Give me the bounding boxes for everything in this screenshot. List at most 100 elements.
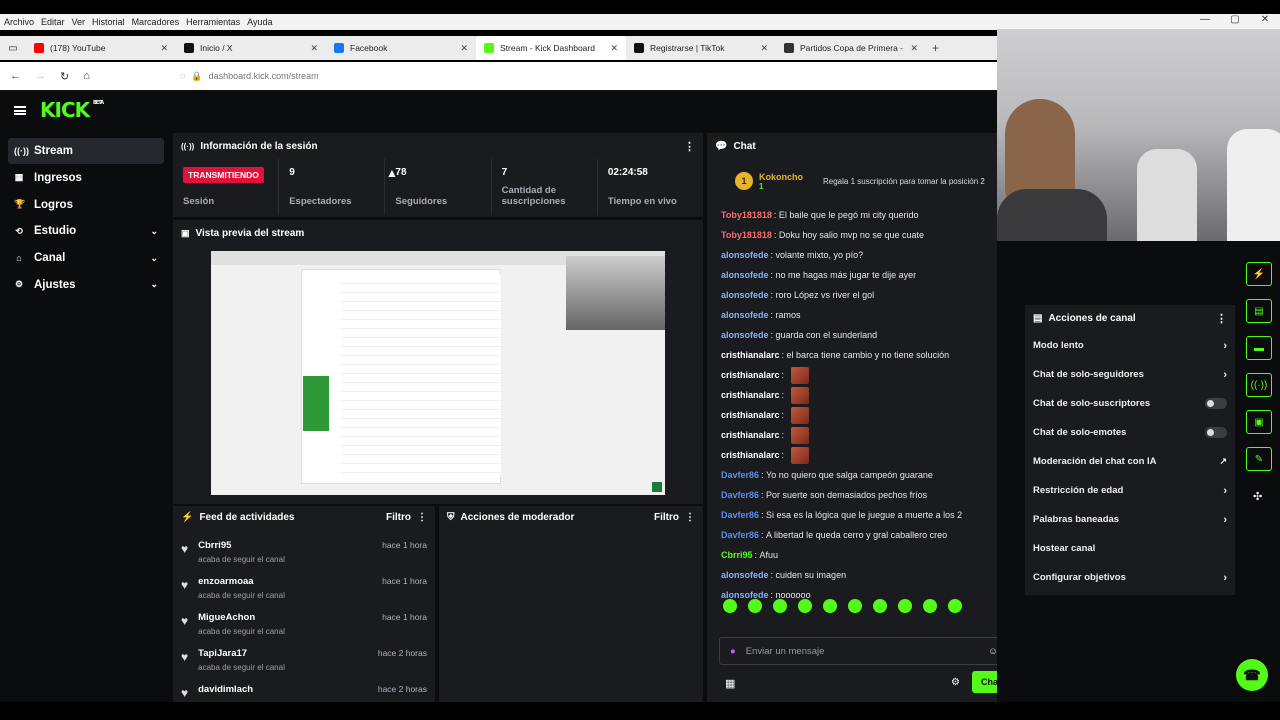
chat-username[interactable]: alonsofede [721, 590, 769, 599]
feed-user[interactable]: Cbrri95 [198, 540, 285, 551]
chevron-right-icon[interactable]: › [1223, 369, 1227, 381]
sidebar-item-logros[interactable]: 🏆 Logros [8, 192, 164, 218]
emote-image[interactable] [790, 446, 809, 464]
channel-action-item[interactable]: Chat de solo-suscriptores [1025, 389, 1235, 418]
help-icon[interactable]: ☎ [1236, 659, 1268, 691]
close-tab-icon[interactable]: ✕ [910, 43, 918, 54]
chat-username[interactable]: cristhianalarc [721, 350, 780, 360]
emote-icon[interactable] [873, 599, 887, 613]
chat-username[interactable]: alonsofede [721, 570, 769, 580]
more-icon[interactable]: ⋮ [1216, 312, 1227, 325]
chat-username[interactable]: Toby181818 [721, 210, 772, 220]
sidebar-item-ajustes[interactable]: ⚙ Ajustes ⌄ [8, 272, 164, 298]
emote-icon[interactable] [723, 599, 737, 613]
browser-tab[interactable]: Registrarse | TikTok ✕ [626, 36, 776, 60]
browser-tab[interactable]: Stream - Kick Dashboard ✕ [476, 36, 626, 60]
feed-user[interactable]: TapiJara17 [198, 648, 285, 659]
channel-action-item[interactable]: Restricción de edad › [1025, 476, 1235, 505]
browser-tab[interactable]: Facebook ✕ [326, 36, 476, 60]
sidebar-item-estudio[interactable]: ⟲ Estudio ⌄ [8, 218, 164, 244]
emote-icon[interactable] [823, 599, 837, 613]
chevron-down-icon[interactable]: ⌄ [150, 279, 158, 290]
chat-settings-icon[interactable]: ⚙ [951, 677, 960, 688]
chat-username[interactable]: Davfer86 [721, 490, 759, 500]
shield-icon[interactable]: ◌ [180, 71, 185, 81]
chat-bubble-icon[interactable]: ▬ [1246, 336, 1272, 360]
fullscreen-icon[interactable] [652, 482, 662, 492]
message-input[interactable]: ● Enviar un mensaje ☺ [719, 637, 1009, 665]
wrench-icon[interactable]: ✎ [1246, 447, 1272, 471]
mod-filter-button[interactable]: Filtro [654, 512, 679, 523]
microphone-icon[interactable]: ● [730, 646, 736, 657]
emote-icon[interactable] [948, 599, 962, 613]
menu-item[interactable]: Historial [92, 17, 125, 27]
chat-username[interactable]: Davfer86 [721, 510, 759, 520]
kick-logo[interactable]: KICK BETA [40, 98, 104, 122]
emote-icon[interactable] [898, 599, 912, 613]
feed-filter-button[interactable]: Filtro [386, 512, 411, 523]
chat-username[interactable]: Toby181818 [721, 230, 772, 240]
chat-username[interactable]: cristhianalarc [721, 390, 780, 400]
close-tab-icon[interactable]: ✕ [760, 43, 768, 54]
more-icon[interactable]: ⋮ [417, 512, 427, 523]
new-tab-button[interactable]: + [932, 41, 939, 55]
chat-username[interactable]: alonsofede [721, 270, 769, 280]
minimize-icon[interactable]: — [1190, 14, 1220, 25]
back-icon[interactable]: ← [10, 70, 21, 83]
browser-tab[interactable]: Inicio / X ✕ [176, 36, 326, 60]
chat-username[interactable]: Cbrri95 [721, 550, 753, 560]
tab-list-icon[interactable]: ▭ [0, 43, 26, 54]
address-input[interactable]: dashboard.kick.com/stream [209, 71, 319, 81]
chevron-right-icon[interactable]: › [1223, 485, 1227, 497]
pinned-gifter[interactable]: 1 Kokoncho 1 Regala 1 suscripción para to… [707, 159, 997, 203]
notes-icon[interactable]: ▤ [1246, 299, 1272, 323]
chat-username[interactable]: alonsofede [721, 330, 769, 340]
feed-user[interactable]: enzoarmoaa [198, 576, 285, 587]
close-tab-icon[interactable]: ✕ [610, 43, 618, 54]
chat-username[interactable]: cristhianalarc [721, 430, 780, 440]
channel-action-item[interactable]: Chat de solo-emotes [1025, 418, 1235, 447]
chat-username[interactable]: Davfer86 [721, 530, 759, 540]
chat-username[interactable]: Davfer86 [721, 470, 759, 480]
emote-image[interactable] [790, 426, 809, 444]
sidebar-item-ingresos[interactable]: ▦ Ingresos [8, 165, 164, 191]
forward-icon[interactable]: → [35, 70, 46, 83]
reload-icon[interactable]: ↻ [60, 70, 69, 83]
menu-item[interactable]: Archivo [4, 17, 34, 27]
close-tab-icon[interactable]: ✕ [310, 43, 318, 54]
pinned-gift-text[interactable]: Regala 1 suscripción para tomar la posic… [823, 177, 985, 186]
chevron-right-icon[interactable]: › [1223, 340, 1227, 352]
emote-image[interactable] [790, 406, 809, 424]
emote-icon[interactable] [923, 599, 937, 613]
emote-icon[interactable] [773, 599, 787, 613]
maximize-icon[interactable]: ▢ [1220, 14, 1250, 25]
toggle-switch[interactable] [1205, 427, 1227, 438]
menu-item[interactable]: Ver [72, 17, 86, 27]
home-icon[interactable]: ⌂ [83, 70, 90, 83]
channel-action-item[interactable]: Hostear canal [1025, 534, 1235, 563]
browser-tab[interactable]: Partidos Copa de Primera - Fútb ✕ [776, 36, 926, 60]
chat-username[interactable]: alonsofede [721, 310, 769, 320]
emote-icon[interactable] [748, 599, 762, 613]
menu-item[interactable]: Editar [41, 17, 65, 27]
close-window-icon[interactable]: ✕ [1250, 14, 1280, 25]
menu-item[interactable]: Herramientas [186, 17, 240, 27]
share-icon[interactable]: ✣ [1253, 490, 1262, 503]
menu-icon[interactable] [14, 105, 26, 115]
channel-action-item[interactable]: Palabras baneadas › [1025, 505, 1235, 534]
emote-icon[interactable] [798, 599, 812, 613]
sidebar-item-stream[interactable]: ((·)) Stream [8, 138, 164, 164]
broadcast-icon[interactable]: ((·)) [1246, 373, 1272, 397]
channel-action-item[interactable]: Modo lento › [1025, 331, 1235, 360]
close-tab-icon[interactable]: ✕ [160, 43, 168, 54]
chat-username[interactable]: cristhianalarc [721, 450, 780, 460]
lightning-icon[interactable]: ⚡ [1246, 262, 1272, 286]
emote-image[interactable] [790, 366, 809, 384]
emote-icon[interactable] [848, 599, 862, 613]
toggle-switch[interactable] [1205, 398, 1227, 409]
chat-username[interactable]: alonsofede [721, 290, 769, 300]
chevron-right-icon[interactable]: › [1223, 514, 1227, 526]
sidebar-item-canal[interactable]: ⌂ Canal ⌄ [8, 245, 164, 271]
chevron-right-icon[interactable]: › [1223, 572, 1227, 584]
external-link-icon[interactable]: ↗ [1219, 456, 1227, 467]
